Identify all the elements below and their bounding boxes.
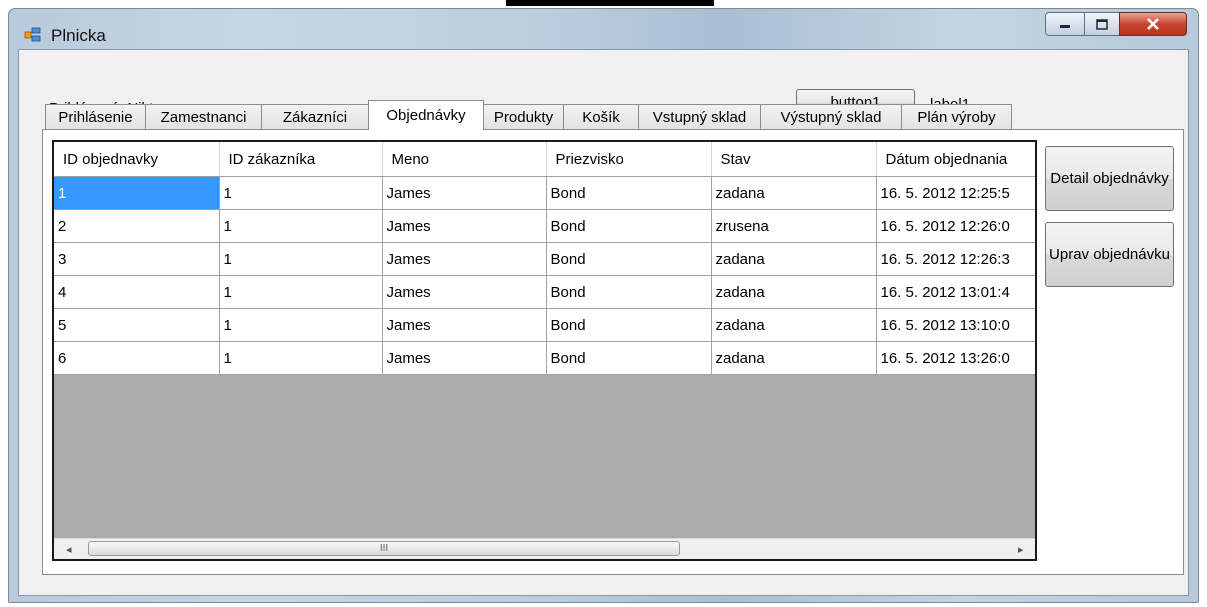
grid-header-row: ID objednavky ID zákazníka Meno Priezvis…	[54, 142, 1035, 177]
orders-table: ID objednavky ID zákazníka Meno Priezvis…	[54, 142, 1035, 375]
grid-cell[interactable]: 16. 5. 2012 12:26:3	[876, 242, 1035, 276]
col-header-priezvisko[interactable]: Priezvisko	[546, 142, 712, 177]
horizontal-scrollbar[interactable]: ◂ III ▸	[54, 538, 1035, 559]
grid-cell[interactable]: 1	[219, 176, 383, 210]
minimize-button[interactable]	[1045, 12, 1085, 36]
grid-cell[interactable]: zadana	[711, 275, 877, 309]
grid-cell[interactable]: 4	[54, 275, 220, 309]
grid-cell[interactable]: 1	[54, 176, 220, 210]
grid-cell[interactable]: zrusena	[711, 209, 877, 243]
tab-prihlasenie[interactable]: Prihlásenie	[45, 104, 146, 129]
grid-cell[interactable]: 16. 5. 2012 12:25:5	[876, 176, 1035, 210]
grid-cell[interactable]: James	[382, 275, 547, 309]
tab-plan-vyroby[interactable]: Plán výroby	[901, 104, 1012, 129]
scroll-thumb[interactable]: III	[88, 541, 680, 556]
maximize-icon	[1096, 18, 1108, 30]
detail-objednavky-button[interactable]: Detail objednávky	[1045, 146, 1174, 211]
col-header-id-zakaznika[interactable]: ID zákazníka	[219, 142, 383, 177]
tab-vstupny-sklad[interactable]: Vstupný sklad	[638, 104, 761, 129]
table-row[interactable]: 2 1 James Bond zrusena 16. 5. 2012 12:26…	[54, 209, 1035, 243]
table-row[interactable]: 6 1 James Bond zadana 16. 5. 2012 13:26:…	[54, 341, 1035, 375]
orders-grid[interactable]: ID objednavky ID zákazníka Meno Priezvis…	[52, 140, 1037, 561]
col-header-id-objednavky[interactable]: ID objednavky	[54, 142, 220, 177]
tab-zamestnanci[interactable]: Zamestnanci	[145, 104, 262, 129]
grid-cell[interactable]: 16. 5. 2012 12:26:0	[876, 209, 1035, 243]
grid-cell[interactable]: 5	[54, 308, 220, 342]
maximize-button[interactable]	[1084, 12, 1120, 36]
tab-kosik[interactable]: Košík	[563, 104, 639, 129]
grid-cell[interactable]: zadana	[711, 176, 877, 210]
scroll-right-icon[interactable]: ▸	[1018, 543, 1024, 556]
grid-cell[interactable]: 1	[219, 242, 383, 276]
app-icon	[24, 27, 41, 42]
grid-cell[interactable]: 1	[219, 308, 383, 342]
grid-cell[interactable]: 16. 5. 2012 13:01:4	[876, 275, 1035, 309]
close-icon	[1147, 18, 1159, 30]
scroll-grip-icon: III	[379, 543, 389, 554]
grid-cell[interactable]: James	[382, 242, 547, 276]
tab-vystupny-sklad[interactable]: Výstupný sklad	[760, 104, 902, 129]
grid-cell[interactable]: Bond	[546, 242, 712, 276]
grid-cell[interactable]: Bond	[546, 275, 712, 309]
table-row[interactable]: 5 1 James Bond zadana 16. 5. 2012 13:10:…	[54, 308, 1035, 342]
grid-cell[interactable]: Bond	[546, 209, 712, 243]
grid-cell[interactable]: 16. 5. 2012 13:10:0	[876, 308, 1035, 342]
grid-cell[interactable]: 1	[219, 209, 383, 243]
grid-cell[interactable]: zadana	[711, 308, 877, 342]
grid-cell[interactable]: Bond	[546, 176, 712, 210]
grid-cell[interactable]: James	[382, 176, 547, 210]
grid-cell[interactable]: James	[382, 209, 547, 243]
tab-objednavky[interactable]: Objednávky	[368, 100, 484, 130]
col-header-datum[interactable]: Dátum objednania	[876, 142, 1035, 177]
window-title: Plnicka	[51, 26, 106, 45]
grid-cell[interactable]: 16. 5. 2012 13:26:0	[876, 341, 1035, 375]
table-row[interactable]: 4 1 James Bond zadana 16. 5. 2012 13:01:…	[54, 275, 1035, 309]
grid-cell[interactable]: zadana	[711, 341, 877, 375]
col-header-stav[interactable]: Stav	[711, 142, 877, 177]
table-row[interactable]: 1 1 James Bond zadana 16. 5. 2012 12:25:…	[54, 176, 1035, 210]
grid-cell[interactable]: 3	[54, 242, 220, 276]
grid-cell[interactable]: Bond	[546, 341, 712, 375]
col-header-meno[interactable]: Meno	[382, 142, 547, 177]
tab-zakaznici[interactable]: Zákazníci	[261, 104, 369, 129]
minimize-icon	[1060, 25, 1070, 28]
grid-cell[interactable]: Bond	[546, 308, 712, 342]
title-bar[interactable]: Plnicka	[9, 9, 1198, 49]
grid-cell[interactable]: 6	[54, 341, 220, 375]
grid-cell[interactable]: 1	[219, 275, 383, 309]
scroll-left-icon[interactable]: ◂	[66, 543, 72, 556]
grid-cell[interactable]: James	[382, 341, 547, 375]
grid-cell[interactable]: 1	[219, 341, 383, 375]
table-row[interactable]: 3 1 James Bond zadana 16. 5. 2012 12:26:…	[54, 242, 1035, 276]
grid-cell[interactable]: 2	[54, 209, 220, 243]
tab-produkty[interactable]: Produkty	[483, 104, 564, 129]
grid-cell[interactable]: James	[382, 308, 547, 342]
top-black-strip	[506, 0, 714, 6]
grid-cell[interactable]: zadana	[711, 242, 877, 276]
uprav-objednavku-button[interactable]: Uprav objednávku	[1045, 222, 1174, 287]
close-button[interactable]	[1119, 12, 1187, 36]
